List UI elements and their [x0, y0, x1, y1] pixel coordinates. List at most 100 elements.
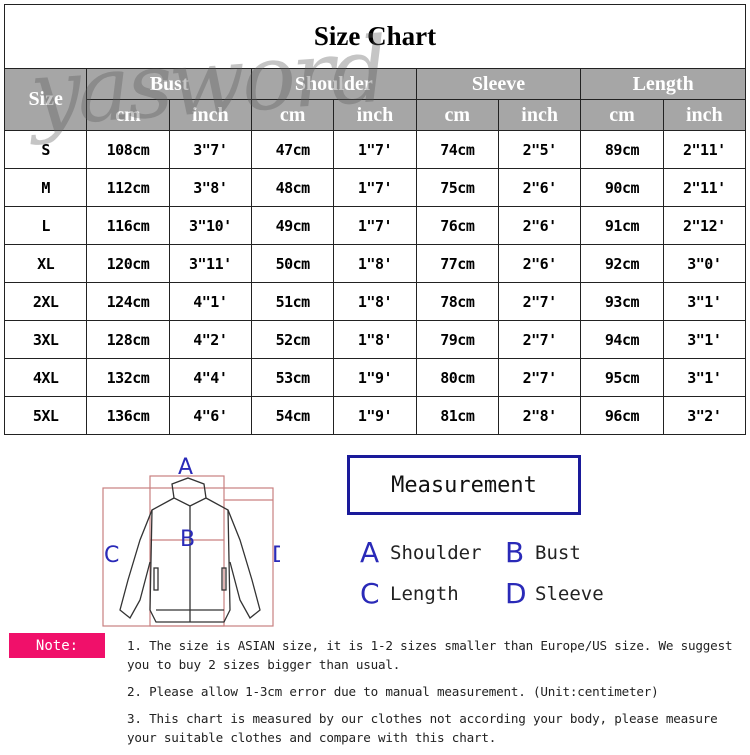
value-cell: 108cm [86, 130, 170, 169]
value-cell: 79cm [415, 320, 499, 359]
value-cell: 3"1' [662, 282, 747, 321]
table-row: S 108cm 3"7' 47cm 1"7' 74cm 2"5' 89cm 2"11' [3, 130, 747, 169]
value-cell: 2"11' [662, 168, 747, 207]
table-row: 3XL 128cm 4"2' 52cm 1"8' 79cm 2"7' 94cm 3"1' [3, 320, 747, 359]
value-cell: 3"2' [662, 396, 747, 435]
value-cell: 49cm [250, 206, 335, 245]
value-cell: 2"11' [662, 130, 747, 169]
table-row: 4XL 132cm 4"4' 53cm 1"9' 80cm 2"7' 95cm 3"1' [3, 358, 747, 397]
size-cell: M [3, 168, 88, 207]
note-item: 1. The size is ASIAN size, it is 1-2 siz… [127, 638, 733, 672]
size-cell: S [3, 130, 88, 169]
size-cell: 3XL [3, 320, 88, 359]
diagram-label-d: D [272, 543, 280, 568]
unit-header: cm [415, 99, 499, 131]
unit-header: inch [497, 99, 582, 131]
value-cell: 1"9' [333, 358, 417, 397]
value-cell: 1"7' [333, 168, 417, 207]
value-cell: 2"5' [497, 130, 582, 169]
note-badge: Note: [9, 633, 105, 658]
value-cell: 3"11' [168, 244, 252, 283]
value-cell: 112cm [86, 168, 170, 207]
table-row: 2XL 124cm 4"1' 51cm 1"8' 78cm 2"7' 93cm 3"1' [3, 282, 747, 321]
value-cell: 1"8' [333, 282, 417, 321]
table-row: L 116cm 3"10' 49cm 1"7' 76cm 2"6' 91cm 2"12' [3, 206, 747, 245]
value-cell: 50cm [250, 244, 335, 283]
unit-header: inch [168, 99, 252, 131]
value-cell: 116cm [86, 206, 170, 245]
value-cell: 2"7' [497, 320, 582, 359]
size-cell: L [3, 206, 88, 245]
value-cell: 1"7' [333, 206, 417, 245]
note-item: 2. Please allow 1-3cm error due to manua… [127, 684, 659, 699]
value-cell: 3"1' [662, 320, 747, 359]
note-item: 3. This chart is measured by our clothes… [127, 711, 718, 745]
table-row: 5XL 136cm 4"6' 54cm 1"9' 81cm 2"8' 96cm 3"2' [3, 396, 747, 435]
value-cell: 2"6' [497, 244, 582, 283]
legend-letter: A [360, 536, 380, 569]
value-cell: 51cm [250, 282, 335, 321]
size-cell: 4XL [3, 358, 88, 397]
value-cell: 77cm [415, 244, 499, 283]
value-cell: 52cm [250, 320, 335, 359]
legend-item-length: C Length [360, 577, 459, 610]
value-cell: 3"10' [168, 206, 252, 245]
value-cell: 4"1' [168, 282, 252, 321]
value-cell: 4"2' [168, 320, 252, 359]
value-cell: 4"6' [168, 396, 252, 435]
value-cell: 1"8' [333, 244, 417, 283]
legend-item-shoulder: A Shoulder [360, 536, 482, 569]
legend-letter: D [505, 577, 527, 610]
unit-header: cm [580, 99, 664, 131]
size-header: Size [3, 68, 88, 131]
diagram-label-b: B [180, 527, 195, 552]
value-cell: 136cm [86, 396, 170, 435]
table-row: XL 120cm 3"11' 50cm 1"8' 77cm 2"6' 92cm 3"0' [3, 244, 747, 283]
note-list: 1. The size is ASIAN size, it is 1-2 siz… [127, 636, 747, 755]
legend-item-bust: B Bust [505, 536, 581, 569]
value-cell: 120cm [86, 244, 170, 283]
value-cell: 132cm [86, 358, 170, 397]
size-cell: 2XL [3, 282, 88, 321]
value-cell: 80cm [415, 358, 499, 397]
table-row: M 112cm 3"8' 48cm 1"7' 75cm 2"6' 90cm 2"11' [3, 168, 747, 207]
unit-header: inch [662, 99, 747, 131]
value-cell: 95cm [580, 358, 664, 397]
size-chart-table: Size Chart Size Bust Shoulder Sleeve Len… [3, 4, 747, 435]
jacket-diagram: A B C D [102, 455, 280, 627]
value-cell: 93cm [580, 282, 664, 321]
value-cell: 3"7' [168, 130, 252, 169]
unit-header: inch [333, 99, 417, 131]
value-cell: 2"7' [497, 358, 582, 397]
value-cell: 48cm [250, 168, 335, 207]
value-cell: 54cm [250, 396, 335, 435]
value-cell: 2"6' [497, 168, 582, 207]
value-cell: 47cm [250, 130, 335, 169]
value-cell: 1"8' [333, 320, 417, 359]
legend-label: Length [390, 582, 459, 605]
value-cell: 91cm [580, 206, 664, 245]
legend-letter: B [505, 536, 525, 569]
value-cell: 74cm [415, 130, 499, 169]
value-cell: 2"7' [497, 282, 582, 321]
unit-header: cm [250, 99, 335, 131]
legend-label: Shoulder [390, 541, 482, 564]
diagram-label-a: A [178, 455, 193, 480]
value-cell: 81cm [415, 396, 499, 435]
value-cell: 2"6' [497, 206, 582, 245]
value-cell: 90cm [580, 168, 664, 207]
value-cell: 92cm [580, 244, 664, 283]
size-cell: XL [3, 244, 88, 283]
value-cell: 94cm [580, 320, 664, 359]
page-title: Size Chart [4, 4, 746, 69]
value-cell: 4"4' [168, 358, 252, 397]
value-cell: 2"8' [497, 396, 582, 435]
value-cell: 2"12' [662, 206, 747, 245]
legend-letter: C [360, 577, 380, 610]
bust-header: Bust [86, 68, 252, 100]
value-cell: 3"0' [662, 244, 747, 283]
legend-label: Sleeve [535, 582, 604, 605]
value-cell: 75cm [415, 168, 499, 207]
value-cell: 53cm [250, 358, 335, 397]
value-cell: 124cm [86, 282, 170, 321]
